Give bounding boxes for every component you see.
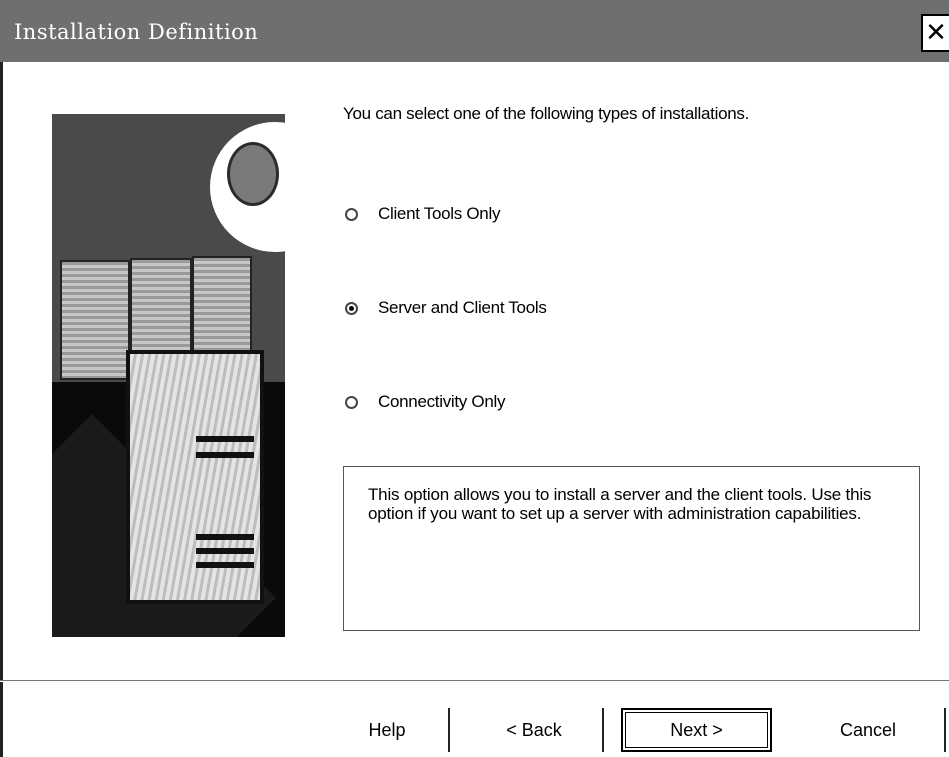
server-tower-icon: [126, 350, 264, 604]
option-description: This option allows you to install a serv…: [343, 466, 920, 631]
window-left-border: [0, 62, 3, 757]
option-label: Client Tools Only: [378, 204, 501, 223]
next-label: Next >: [670, 719, 723, 740]
option-client-tools-only[interactable]: Client Tools Only: [345, 204, 500, 224]
drive-slot: [196, 452, 254, 458]
instructions-text: You can select one of the following type…: [343, 104, 749, 123]
drive-slot: [196, 562, 254, 568]
option-label: Connectivity Only: [378, 392, 506, 411]
button-divider: [0, 680, 949, 682]
drive-slot: [196, 548, 254, 554]
close-button[interactable]: ✕: [921, 14, 949, 52]
title-bar: Installation Definition ✕: [0, 0, 949, 62]
server-rack-icon: [60, 260, 130, 380]
server-illustration: [52, 114, 285, 637]
description-text: This option allows you to install a serv…: [368, 485, 872, 523]
next-button[interactable]: Next >: [621, 708, 772, 752]
option-connectivity-only[interactable]: Connectivity Only: [345, 392, 505, 412]
radio-connectivity-only[interactable]: [345, 395, 358, 409]
back-button[interactable]: < Back: [466, 708, 604, 752]
option-label: Server and Client Tools: [378, 298, 547, 317]
radio-client-tools-only[interactable]: [345, 207, 358, 221]
help-button[interactable]: Help: [326, 708, 450, 752]
install-disk-icon: [227, 142, 279, 206]
help-label: Help: [368, 719, 406, 740]
drive-slot: [196, 436, 254, 442]
radio-server-and-client-tools[interactable]: [345, 301, 358, 315]
back-label: < Back: [506, 719, 562, 740]
cancel-label: Cancel: [839, 719, 897, 740]
close-icon: ✕: [925, 18, 947, 48]
window-title: Installation Definition: [14, 20, 259, 44]
option-server-and-client-tools[interactable]: Server and Client Tools: [345, 298, 547, 318]
drive-slot: [196, 534, 254, 540]
cancel-button[interactable]: Cancel: [792, 708, 946, 752]
